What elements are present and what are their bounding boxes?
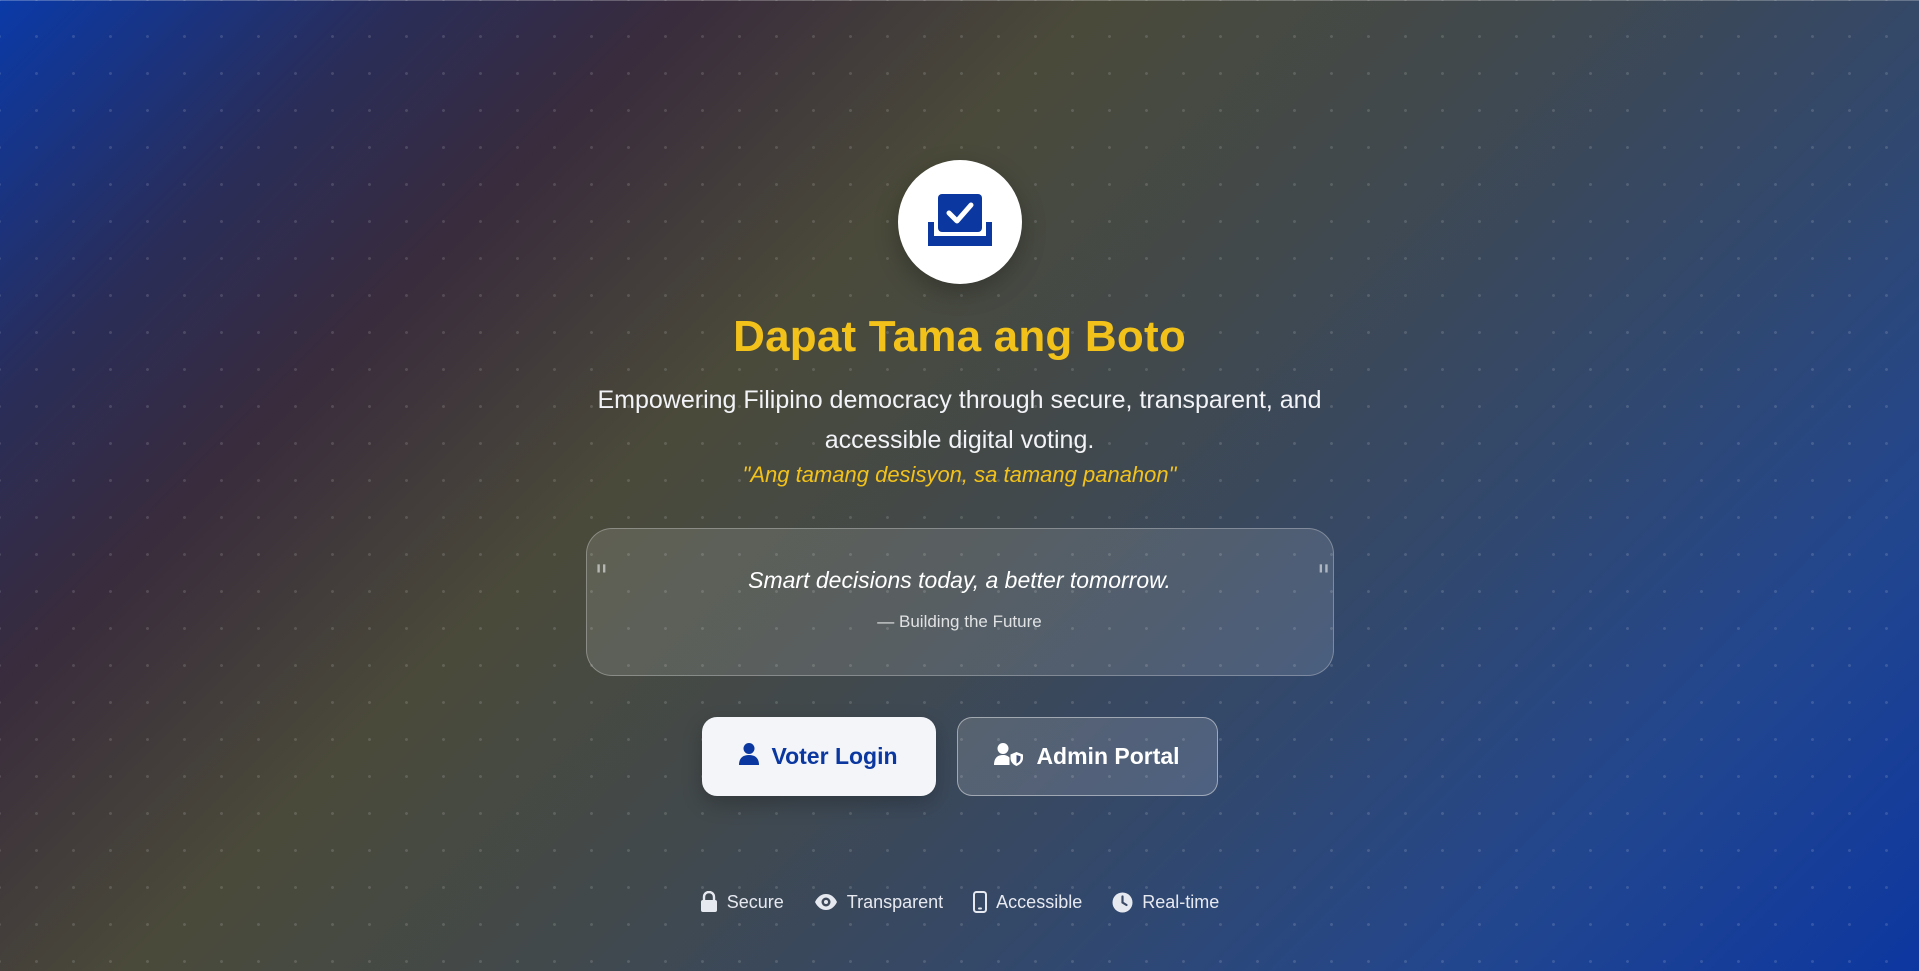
user-shield-icon [994, 742, 1024, 772]
admin-portal-button[interactable]: Admin Portal [956, 717, 1218, 796]
lock-icon [700, 891, 718, 913]
top-border [0, 0, 1919, 1]
action-buttons: Voter Login Admin Portal [701, 717, 1218, 796]
logo-badge [897, 160, 1022, 284]
tagline: "Ang tamang desisyon, sa tamang panahon" [742, 462, 1177, 487]
voter-login-label: Voter Login [771, 743, 898, 769]
close-quote-mark: " [1316, 559, 1331, 594]
voter-login-button[interactable]: Voter Login [701, 717, 936, 796]
user-icon [739, 742, 760, 772]
feature-secure: Secure [700, 891, 784, 913]
feature-label: Real-time [1142, 891, 1220, 912]
clock-icon [1112, 892, 1133, 913]
quote-text: Smart decisions today, a better tomorrow… [748, 567, 1171, 593]
feature-list: Secure Transparent Accessible Real-time [700, 891, 1219, 913]
quote-card: " " Smart decisions today, a better tomo… [585, 528, 1334, 676]
open-quote-mark: " [594, 559, 609, 594]
feature-label: Accessible [996, 891, 1083, 912]
feature-label: Transparent [846, 891, 944, 912]
quote-author: — Building the Future [877, 612, 1042, 631]
admin-portal-label: Admin Portal [1036, 743, 1180, 769]
ballot-check-icon [926, 192, 994, 253]
feature-accessible: Accessible [973, 891, 1082, 913]
feature-label: Secure [726, 891, 784, 912]
page-title: Dapat Tama ang Boto [733, 312, 1186, 361]
mobile-icon [973, 891, 988, 913]
feature-realtime: Real-time [1112, 892, 1219, 913]
hero-section: Dapat Tama ang Boto Empowering Filipino … [0, 160, 1919, 913]
eye-icon [814, 893, 838, 911]
page-subtitle: Empowering Filipino democracy through se… [597, 386, 1322, 454]
feature-transparent: Transparent [814, 892, 943, 913]
